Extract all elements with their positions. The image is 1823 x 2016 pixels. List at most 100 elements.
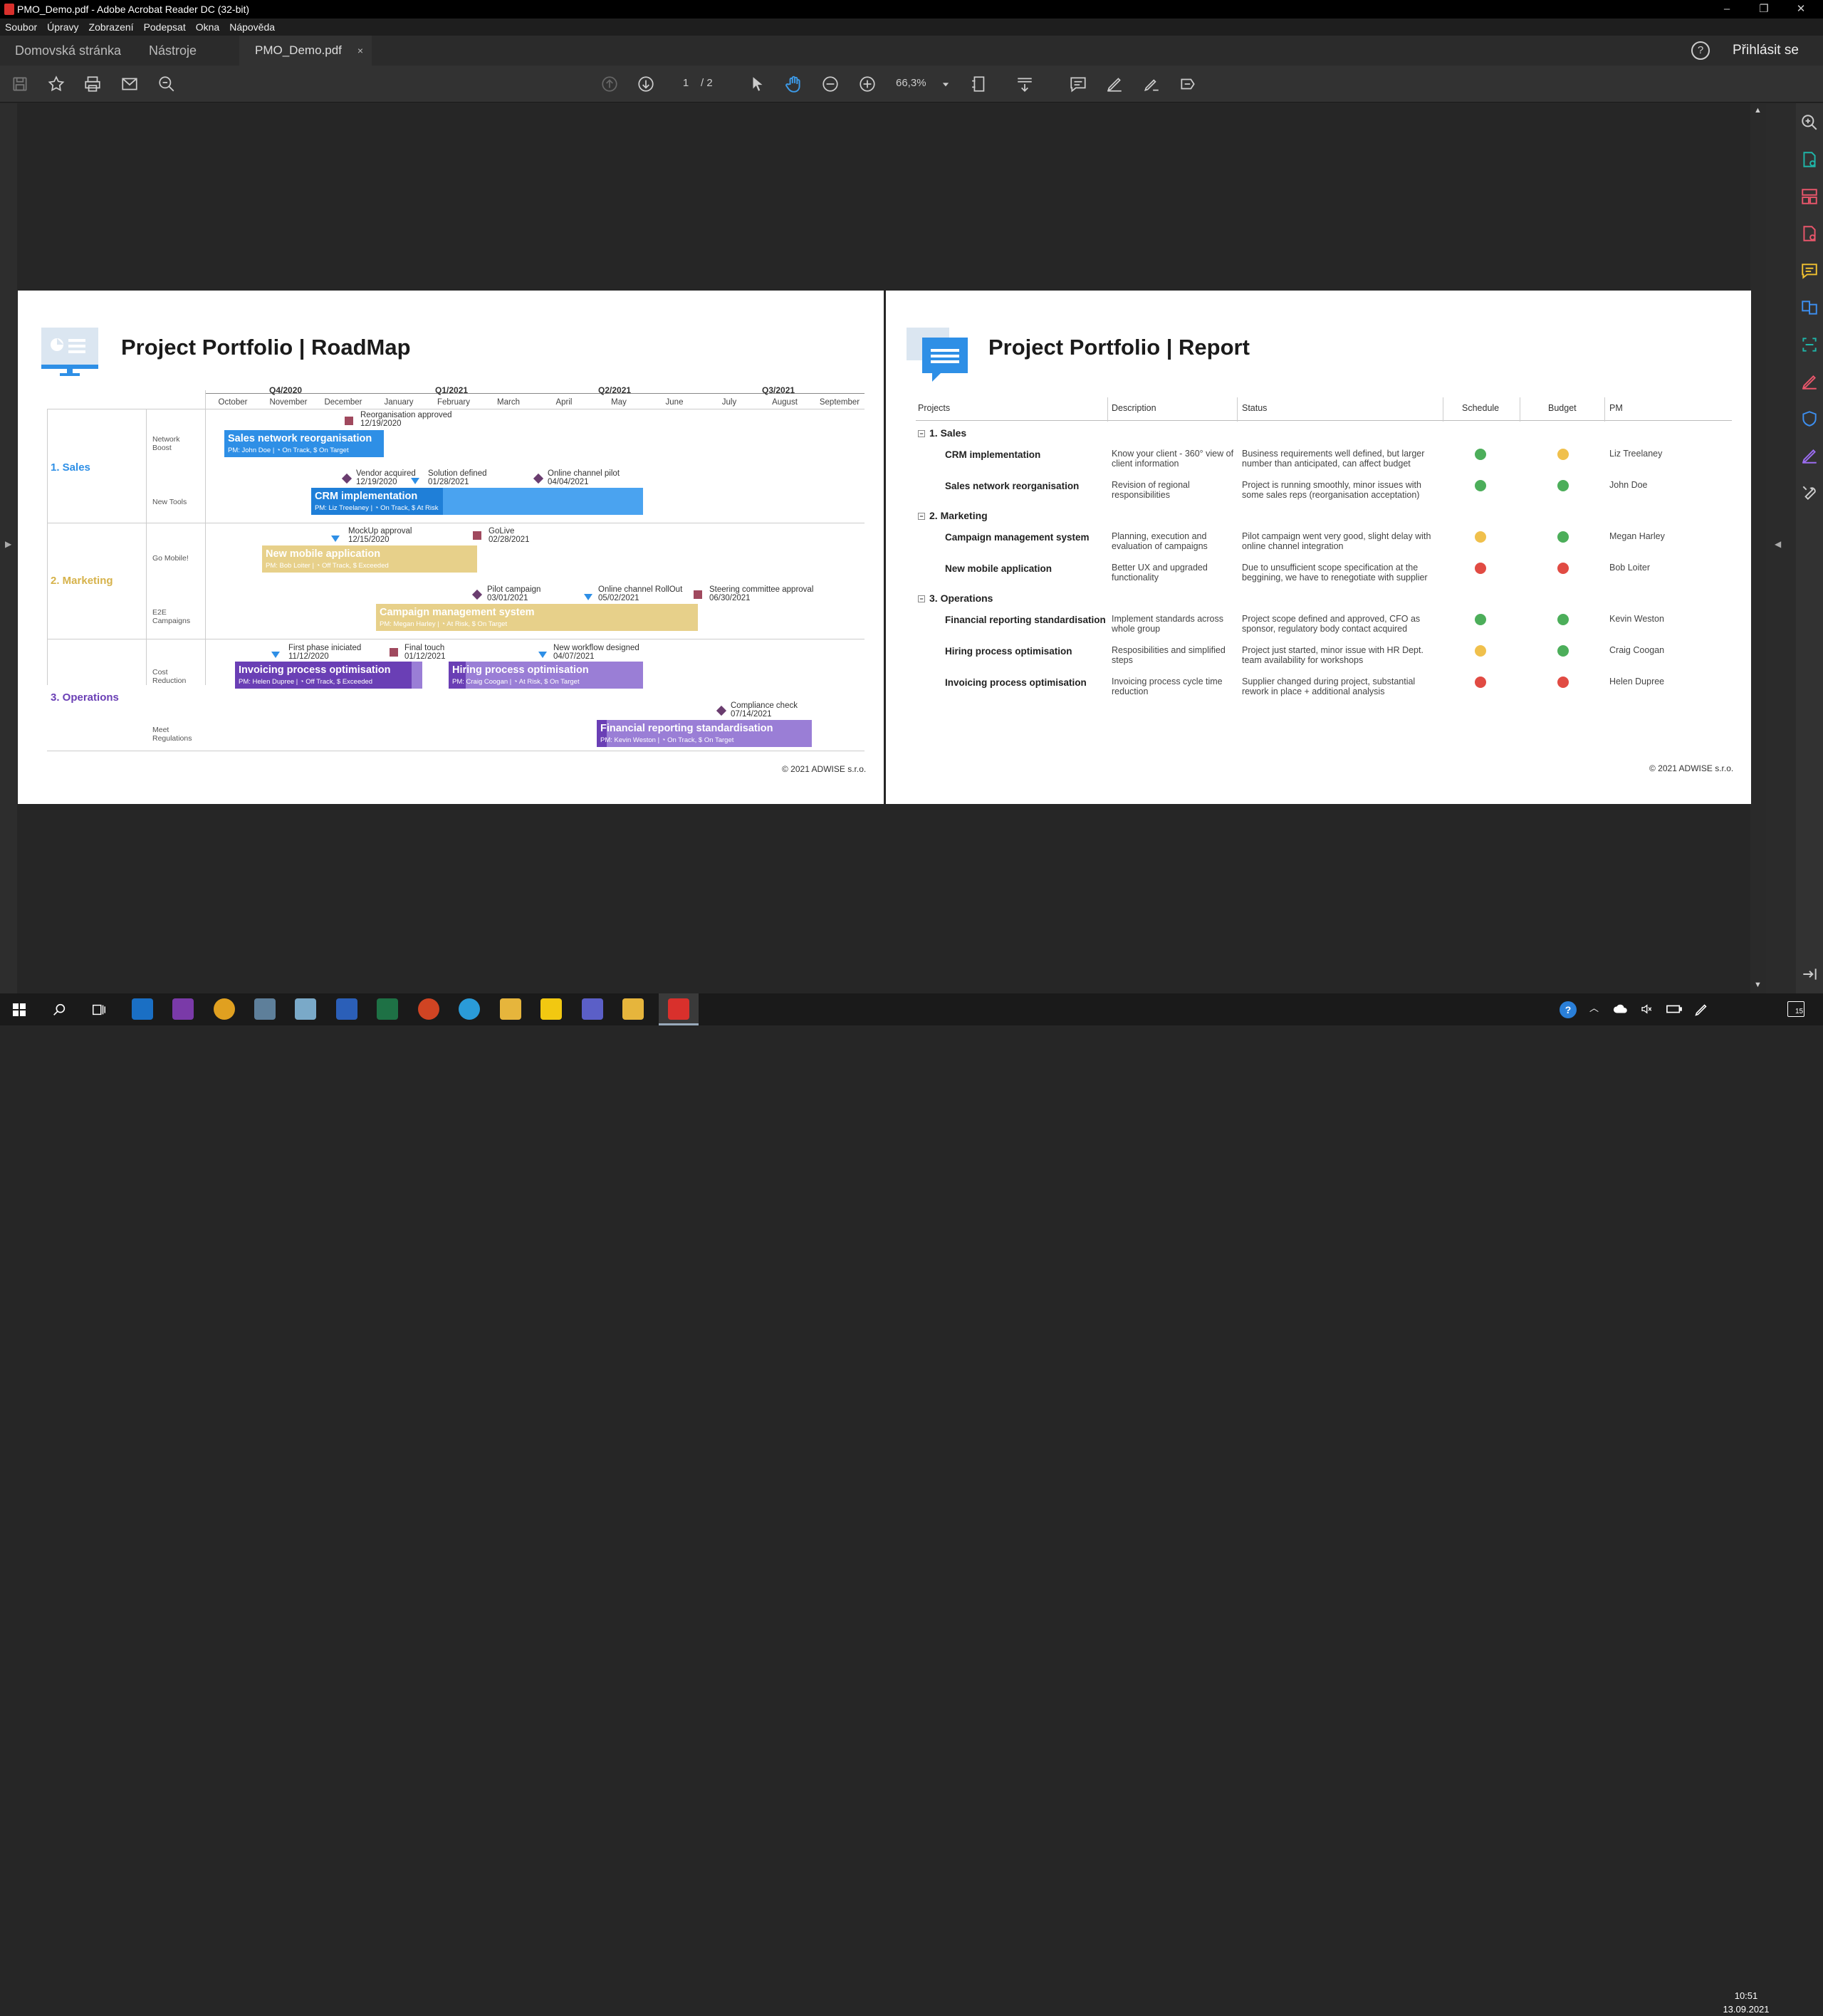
milestone-diamond-icon bbox=[341, 473, 352, 484]
page-number-input[interactable]: 1 bbox=[677, 74, 695, 93]
collapse-toggle-icon[interactable]: − bbox=[918, 513, 925, 521]
outlook-icon[interactable] bbox=[132, 998, 153, 1020]
menu-soubor[interactable]: Soubor bbox=[0, 19, 42, 36]
powerpoint-icon[interactable] bbox=[418, 998, 439, 1020]
create-pdf-icon[interactable] bbox=[1800, 224, 1819, 243]
minimize-button[interactable]: – bbox=[1709, 0, 1745, 19]
report-section[interactable]: −1. Sales bbox=[918, 427, 966, 439]
tab-tools[interactable]: Nástroje bbox=[149, 36, 197, 66]
comment-icon[interactable] bbox=[1068, 74, 1088, 94]
project-bar[interactable]: Campaign management system PM: Megan Harl… bbox=[376, 604, 698, 631]
search-icon[interactable] bbox=[1800, 113, 1819, 132]
notepad-icon[interactable] bbox=[295, 998, 316, 1020]
fill-sign-icon[interactable] bbox=[1800, 372, 1819, 391]
share-tool-icon[interactable] bbox=[1178, 74, 1198, 94]
tab-home[interactable]: Domovská stránka bbox=[15, 36, 121, 66]
certificate-sign-icon[interactable] bbox=[1800, 446, 1819, 465]
expand-right-icon[interactable]: ◀ bbox=[1775, 539, 1781, 549]
help-tray-icon[interactable]: ? bbox=[1560, 1001, 1577, 1018]
select-cursor-icon[interactable] bbox=[748, 74, 768, 94]
protect-shield-icon[interactable] bbox=[1800, 409, 1819, 428]
file-explorer-icon[interactable] bbox=[500, 998, 521, 1020]
right-panel-toggle[interactable]: ◀ bbox=[1766, 103, 1796, 993]
export-pdf-icon[interactable] bbox=[1800, 150, 1819, 169]
project-bar[interactable]: Sales network reorganisation PM: John Doe… bbox=[224, 430, 384, 457]
zoom-in-icon[interactable] bbox=[857, 74, 877, 94]
menu-upravy[interactable]: Úpravy bbox=[42, 19, 83, 36]
word-icon[interactable] bbox=[336, 998, 357, 1020]
combine-files-icon[interactable] bbox=[1800, 298, 1819, 317]
next-page-icon[interactable] bbox=[636, 74, 656, 94]
report-section[interactable]: −2. Marketing bbox=[918, 510, 988, 521]
battery-icon[interactable] bbox=[1666, 1003, 1682, 1015]
folder-icon[interactable] bbox=[622, 998, 644, 1020]
email-icon[interactable] bbox=[120, 74, 140, 94]
acrobat-taskbar-active[interactable] bbox=[659, 993, 699, 1025]
hand-tool-icon[interactable] bbox=[784, 74, 804, 94]
expand-left-icon[interactable]: ▶ bbox=[5, 539, 11, 549]
power-bi-icon[interactable] bbox=[540, 998, 562, 1020]
zoom-out-icon[interactable] bbox=[820, 74, 840, 94]
close-tab-icon[interactable]: × bbox=[357, 36, 363, 66]
collapse-pane-icon[interactable] bbox=[1800, 965, 1819, 983]
search-icon[interactable] bbox=[51, 1002, 67, 1018]
scroll-mode-icon[interactable] bbox=[1015, 74, 1035, 94]
help-icon[interactable]: ? bbox=[1691, 41, 1710, 60]
copyright: © 2021 ADWISE s.r.o. bbox=[1649, 763, 1734, 773]
menu-napoveda[interactable]: Nápověda bbox=[224, 19, 280, 36]
comment-tool-icon[interactable] bbox=[1800, 261, 1819, 280]
teams-icon[interactable] bbox=[582, 998, 603, 1020]
organize-pages-icon[interactable] bbox=[1800, 187, 1819, 206]
collapse-toggle-icon[interactable]: − bbox=[918, 595, 925, 603]
project-bar[interactable]: New mobile application PM: Bob Loiter | ◔… bbox=[262, 545, 477, 573]
project-bar[interactable]: CRM implementation PM: Liz Treelaney | ◔ … bbox=[311, 488, 643, 515]
pen-workspace-icon[interactable] bbox=[1693, 1002, 1709, 1018]
edge-icon[interactable] bbox=[459, 998, 480, 1020]
scroll-down-icon[interactable]: ▼ bbox=[1754, 981, 1762, 989]
bar-title: Sales network reorganisation bbox=[228, 433, 372, 444]
print-icon[interactable] bbox=[83, 74, 103, 94]
acrobat-icon[interactable] bbox=[668, 998, 689, 1020]
report-section[interactable]: −3. Operations bbox=[918, 592, 993, 604]
vertical-scrollbar[interactable]: ▲ ▼ bbox=[1750, 103, 1766, 993]
menu-okna[interactable]: Okna bbox=[191, 19, 224, 36]
close-window-button[interactable]: ✕ bbox=[1783, 0, 1819, 19]
tab-document[interactable]: PMO_Demo.pdf × bbox=[239, 36, 372, 66]
menu-podepsat[interactable]: Podepsat bbox=[139, 19, 191, 36]
page-layout-icon[interactable] bbox=[970, 74, 990, 94]
zoom-level[interactable]: 66,3% bbox=[896, 74, 926, 93]
calculator-icon[interactable] bbox=[254, 998, 276, 1020]
save-icon[interactable] bbox=[10, 74, 30, 94]
volume-muted-icon[interactable] bbox=[1639, 1003, 1654, 1015]
maximize-button[interactable]: ❐ bbox=[1746, 0, 1782, 19]
notifications-icon[interactable]: 15 bbox=[1787, 1001, 1804, 1017]
excel-icon[interactable] bbox=[377, 998, 398, 1020]
zoom-dropdown-icon[interactable] bbox=[939, 74, 953, 94]
tab-document-label: PMO_Demo.pdf bbox=[255, 43, 342, 57]
left-panel-toggle[interactable]: ▶ bbox=[0, 103, 17, 993]
tray-overflow-icon[interactable]: ︿ bbox=[1589, 1001, 1599, 1014]
scan-ocr-icon[interactable] bbox=[1800, 335, 1819, 354]
project-name: Invoicing process optimisation bbox=[945, 677, 1087, 688]
bar-title: Financial reporting standardisation bbox=[600, 723, 773, 734]
highlight-pen-icon[interactable] bbox=[1104, 74, 1124, 94]
onedrive-cloud-icon[interactable] bbox=[1613, 1003, 1629, 1015]
previous-page-icon[interactable] bbox=[600, 74, 620, 94]
more-tools-wrench-icon[interactable] bbox=[1800, 484, 1819, 502]
menu-zobrazeni[interactable]: Zobrazení bbox=[84, 19, 139, 36]
zoom-out-search-icon[interactable] bbox=[157, 74, 177, 94]
bookmark-star-icon[interactable] bbox=[46, 74, 66, 94]
chrome-icon[interactable] bbox=[214, 998, 235, 1020]
project-bar[interactable]: Invoicing process optimisation PM: Helen … bbox=[235, 662, 422, 689]
onenote-icon[interactable] bbox=[172, 998, 194, 1020]
collapse-toggle-icon[interactable]: − bbox=[918, 430, 925, 438]
sign-icon[interactable] bbox=[1142, 74, 1161, 94]
project-bar[interactable]: Hiring process optimisation PM: Craig Coo… bbox=[449, 662, 643, 689]
task-view-icon[interactable] bbox=[91, 1002, 107, 1018]
system-clock[interactable]: 10:51 13.09.2021 bbox=[1715, 1989, 1777, 2016]
grid-line bbox=[205, 390, 206, 685]
sign-in-button[interactable]: Přihlásit se bbox=[1733, 36, 1799, 66]
scroll-up-icon[interactable]: ▲ bbox=[1754, 106, 1762, 115]
project-bar[interactable]: Financial reporting standardisation PM: K… bbox=[597, 720, 812, 747]
windows-start-icon[interactable] bbox=[13, 1003, 26, 1016]
